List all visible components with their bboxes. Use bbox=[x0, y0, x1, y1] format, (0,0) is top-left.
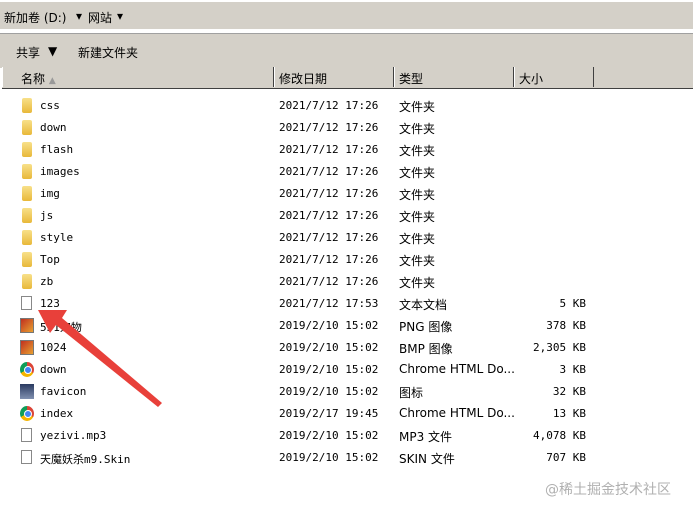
red-arrow-annotation bbox=[38, 310, 162, 407]
watermark: @稀土掘金技术社区 bbox=[545, 482, 671, 498]
